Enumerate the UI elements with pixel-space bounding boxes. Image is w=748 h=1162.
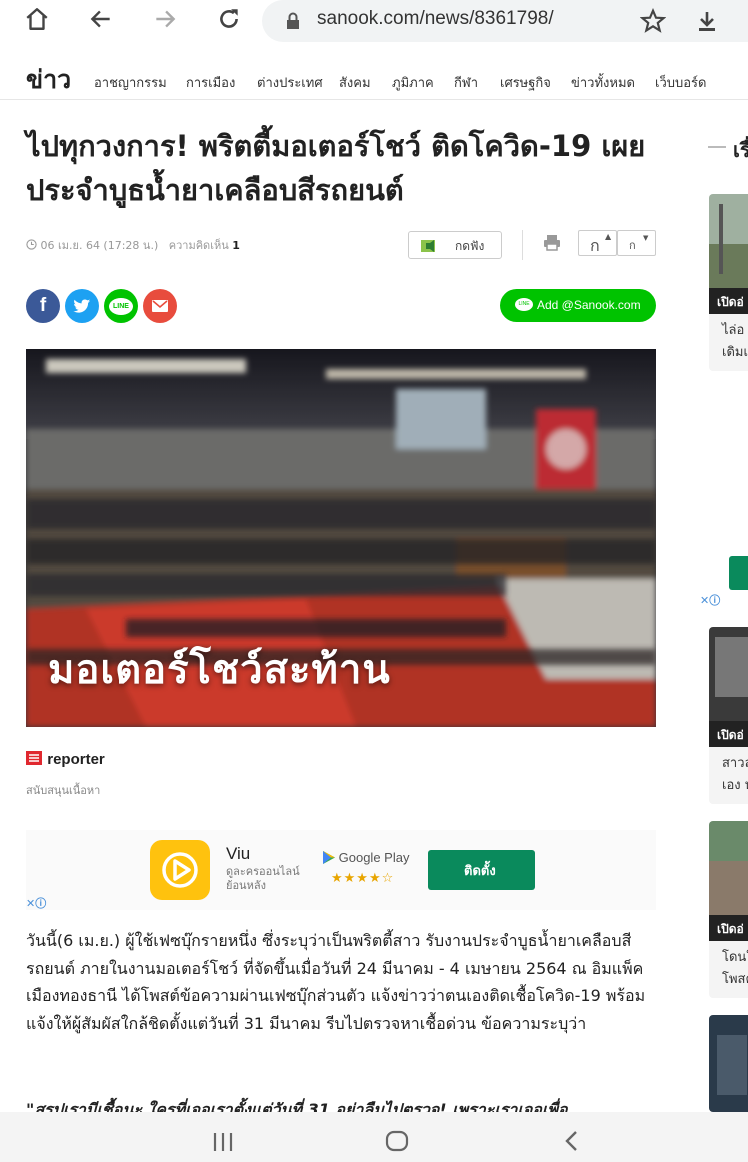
forward-icon[interactable]: [150, 4, 180, 34]
nav-item-sport[interactable]: กีฬา: [454, 72, 478, 93]
home-icon[interactable]: [22, 4, 52, 34]
google-play-icon: [323, 851, 335, 864]
caret-down-icon: ▼: [643, 234, 649, 242]
nav-item-world[interactable]: ต่างประเทศ: [257, 72, 323, 93]
nav-item-economy[interactable]: เศรษฐกิจ: [500, 72, 551, 93]
back-button-icon[interactable]: [564, 1130, 580, 1152]
clock-icon: [26, 239, 37, 250]
nav-item-crime[interactable]: อาชญากรรม: [94, 72, 167, 93]
line-small-icon: LINE: [515, 298, 533, 311]
sidebar-card-2-tag: เปิดอ่: [709, 721, 748, 747]
sidebar-heading: เรื่: [708, 134, 748, 166]
sidebar-adchoices-icon[interactable]: ✕ⓘ: [700, 592, 720, 608]
url-text: sanook.com/news/8361798/: [317, 8, 554, 29]
ad-app-name[interactable]: Viu: [226, 844, 250, 864]
sidebar-card-4-image: [709, 1015, 748, 1112]
ad-install-label: ติดตั้ง: [464, 864, 496, 879]
article-meta: 06 เม.ย. 64 (17:28 น.) ความคิดเห็น 1: [26, 236, 240, 254]
caret-up-icon: ▲: [605, 232, 612, 241]
reporter-name: reporter: [47, 751, 105, 768]
font-decrease-button[interactable]: ก ▼: [617, 230, 656, 256]
sidebar-ad-button[interactable]: [729, 556, 748, 590]
reporter-subtitle: สนับสนุนเนื้อหา: [26, 784, 101, 797]
comments-count[interactable]: 1: [232, 239, 240, 252]
site-logo[interactable]: ข่าว: [26, 60, 71, 100]
listen-label: กดฟัง: [455, 239, 485, 253]
facebook-share-button[interactable]: f: [26, 289, 60, 323]
sidebar-card-3-tag: เปิดอ่: [709, 915, 748, 941]
speaker-icon: [421, 240, 435, 252]
app-install-ad[interactable]: Viu ดูละครออนไลน์ ย้อนหลัง Google Play ★…: [26, 830, 656, 910]
email-share-button[interactable]: [143, 289, 177, 323]
hero-image: มอเตอร์โชว์สะท้าน: [26, 349, 656, 727]
sidebar-heading-text: เรื่: [733, 138, 748, 162]
browser-toolbar: sanook.com/news/8361798/: [0, 0, 748, 42]
reload-icon[interactable]: [214, 4, 244, 34]
reporter-credit[interactable]: reporter: [26, 750, 105, 768]
nav-item-webboard[interactable]: เว็บบอร์ด: [655, 72, 706, 93]
ad-install-button[interactable]: ติดตั้ง: [428, 850, 535, 890]
font-increase-button[interactable]: ก ▲: [578, 230, 617, 256]
listen-button[interactable]: กดฟัง: [408, 231, 502, 259]
sidebar-card-1-line-1: ไล่อ: [722, 323, 745, 338]
mail-icon: [152, 300, 168, 312]
lock-icon: [278, 6, 308, 36]
sidebar-card-2-image: [709, 627, 748, 721]
nav-item-all-news[interactable]: ข่าวทั้งหมด: [571, 72, 635, 93]
sidebar-card-3-line-1: โดนใ: [722, 950, 748, 965]
font-decrease-label: ก: [629, 239, 636, 252]
comments-label[interactable]: ความคิดเห็น: [169, 239, 229, 252]
line-share-button[interactable]: LINE: [104, 289, 138, 323]
article-quote: "สรุปเรามีเชื้อนะ ใครที่เจอเราตั้งแต่วัน…: [26, 1100, 568, 1112]
twitter-share-button[interactable]: [65, 289, 99, 323]
sidebar-card-1[interactable]: เปิดอ่ ไล่อ เดิมเ: [709, 194, 748, 371]
sidebar-card-3-image: [709, 821, 748, 915]
adchoices-icon[interactable]: ✕ⓘ: [26, 895, 46, 911]
sidebar-card-3-line-2: โพสต: [722, 972, 748, 987]
article-headline: ไปทุกวงการ! พริตตี้มอเตอร์โชว์ ติดโควิด-…: [26, 124, 666, 212]
back-icon[interactable]: [86, 4, 116, 34]
print-icon[interactable]: [542, 233, 564, 255]
sidebar-card-2-line-1: สาวล: [722, 756, 748, 771]
add-line-label: Add @Sanook.com: [537, 298, 641, 312]
add-line-button[interactable]: LINE Add @Sanook.com: [500, 289, 656, 322]
headline-line-2: ประจำบูธน้ำยาเคลือบสีรถยนต์: [26, 173, 404, 207]
toolbar-divider: [522, 230, 523, 260]
sidebar-card-1-image: [709, 194, 748, 288]
line-icon: LINE: [109, 297, 133, 315]
download-icon[interactable]: [692, 6, 722, 36]
sidebar-card-1-line-2: เดิมเ: [722, 345, 748, 360]
font-increase-label: ก: [590, 236, 600, 255]
viu-app-icon[interactable]: [150, 840, 210, 900]
site-navigation: ข่าว อาชญากรรม การเมือง ต่างประเทศ สังคม…: [0, 50, 748, 100]
sidebar-card-3[interactable]: เปิดอ่ โดนใ โพสต: [709, 821, 748, 998]
google-play-label: Google Play: [338, 850, 410, 865]
publish-date: 06 เม.ย. 64 (17:28 น.): [40, 239, 159, 252]
nav-item-region[interactable]: ภูมิภาค: [392, 72, 434, 93]
google-play-badge: Google Play: [323, 850, 409, 865]
star-icon[interactable]: [638, 6, 668, 36]
system-navigation-bar: [0, 1112, 748, 1162]
sidebar-card-1-tag: เปิดอ่: [709, 288, 748, 314]
twitter-icon: [73, 299, 91, 313]
nav-item-politics[interactable]: การเมือง: [186, 72, 235, 93]
ad-rating-stars: ★★★★☆: [331, 871, 395, 886]
hero-caption: มอเตอร์โชว์สะท้าน: [48, 647, 391, 693]
reporter-logo-icon: [26, 751, 42, 765]
facebook-icon: f: [39, 295, 47, 316]
home-button-icon[interactable]: [385, 1130, 409, 1152]
headline-line-1: ไปทุกวงการ! พริตตี้มอเตอร์โชว์ ติดโควิด-…: [26, 129, 646, 163]
ad-app-subtitle: ดูละครออนไลน์ ย้อนหลัง: [226, 865, 300, 892]
sidebar-card-2[interactable]: เปิดอ่ สาวล เอง ห: [709, 627, 748, 804]
recent-apps-icon[interactable]: [211, 1132, 235, 1152]
address-bar[interactable]: sanook.com/news/8361798/: [262, 0, 748, 42]
nav-item-society[interactable]: สังคม: [339, 72, 371, 93]
article-paragraph: วันนี้(6 เม.ย.) ผู้ใช้เฟซบุ๊กรายหนึ่ง ซึ…: [26, 931, 646, 1033]
sidebar-card-4[interactable]: [709, 1015, 748, 1112]
sidebar-card-2-line-2: เอง ห: [722, 778, 748, 793]
